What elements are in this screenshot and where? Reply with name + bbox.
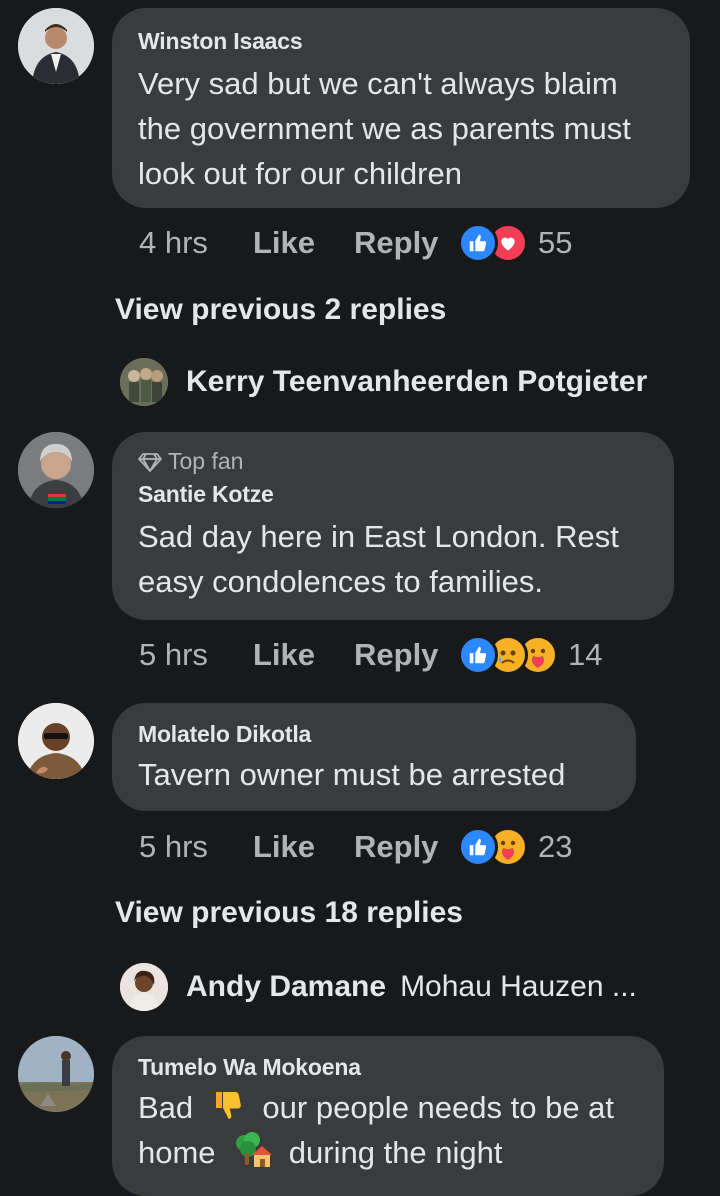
diamond-icon xyxy=(138,452,162,472)
reply-preview-kerry[interactable]: Kerry Teenvanheerden Potgieter xyxy=(120,358,647,406)
reply-author: Kerry Teenvanheerden Potgieter xyxy=(186,365,648,398)
tree-house-icon xyxy=(236,1132,273,1167)
comment-text-part: home xyxy=(138,1135,216,1170)
top-fan-badge: Top fan xyxy=(138,448,648,475)
comment-time[interactable]: 4 hrs xyxy=(139,225,253,261)
like-reaction-icon xyxy=(458,827,498,867)
comment-author[interactable]: Santie Kotze xyxy=(138,481,648,508)
comment-time[interactable]: 5 hrs xyxy=(139,829,253,865)
reply-button[interactable]: Reply xyxy=(354,225,458,261)
view-previous-replies-button[interactable]: View previous 18 replies xyxy=(115,896,463,930)
avatar-andy xyxy=(120,963,168,1011)
comment-text-part: our people needs to be at xyxy=(262,1090,615,1125)
comment-text-part: during the night xyxy=(288,1135,503,1170)
like-reaction-icon xyxy=(458,223,498,263)
thumbs-down-icon xyxy=(215,1092,241,1119)
reply-preview-andy[interactable]: Andy Damane Mohau Hauzen ... xyxy=(120,963,637,1011)
avatar-molatelo[interactable] xyxy=(18,703,94,779)
reaction-count: 55 xyxy=(538,225,573,260)
reactions-summary[interactable]: 23 xyxy=(458,827,572,867)
comment-author[interactable]: Tumelo Wa Mokoena xyxy=(138,1054,638,1081)
comment-actions-winston: 4 hrs Like Reply 55 xyxy=(139,223,572,263)
comment-text: Bad our people needs to be at home durin… xyxy=(138,1085,638,1175)
like-button[interactable]: Like xyxy=(253,637,354,673)
comment-text: Tavern owner must be arrested xyxy=(138,757,566,792)
reaction-count: 14 xyxy=(568,637,603,672)
comment-text-part: Bad xyxy=(138,1090,194,1125)
comment-bubble-santie: Top fan Santie Kotze Sad day here in Eas… xyxy=(112,432,674,620)
reaction-count: 23 xyxy=(538,829,573,864)
comment-text: Sad day here in East London. Rest easy c… xyxy=(138,519,619,599)
avatar-santie[interactable] xyxy=(18,432,94,508)
comment-bubble-tumelo: Tumelo Wa Mokoena Bad our people needs t… xyxy=(112,1036,664,1196)
reactions-summary[interactable]: 14 xyxy=(458,635,602,675)
reply-button[interactable]: Reply xyxy=(354,829,458,865)
comment-actions-molatelo: 5 hrs Like Reply 23 xyxy=(139,827,572,867)
avatar-winston[interactable] xyxy=(18,8,94,84)
reply-snippet: Mohau Hauzen ... xyxy=(400,970,637,1003)
reactions-summary[interactable]: 55 xyxy=(458,223,572,263)
comment-bubble-winston: Winston Isaacs Very sad but we can't alw… xyxy=(112,8,690,208)
avatar-tumelo[interactable] xyxy=(18,1036,94,1112)
reply-button[interactable]: Reply xyxy=(354,637,458,673)
view-previous-replies-button[interactable]: View previous 2 replies xyxy=(115,293,446,327)
comment-actions-santie: 5 hrs Like Reply 14 xyxy=(139,635,602,675)
comment-bubble-molatelo: Molatelo Dikotla Tavern owner must be ar… xyxy=(112,703,636,811)
like-reaction-icon xyxy=(458,635,498,675)
comment-time[interactable]: 5 hrs xyxy=(139,637,253,673)
badge-label: Top fan xyxy=(168,448,244,474)
like-button[interactable]: Like xyxy=(253,225,354,261)
comment-author[interactable]: Winston Isaacs xyxy=(138,28,664,55)
like-button[interactable]: Like xyxy=(253,829,354,865)
comment-author[interactable]: Molatelo Dikotla xyxy=(138,721,610,748)
avatar-kerry xyxy=(120,358,168,406)
reply-author: Andy Damane xyxy=(186,970,387,1003)
comment-text: Very sad but we can't always blaim the g… xyxy=(138,66,631,191)
